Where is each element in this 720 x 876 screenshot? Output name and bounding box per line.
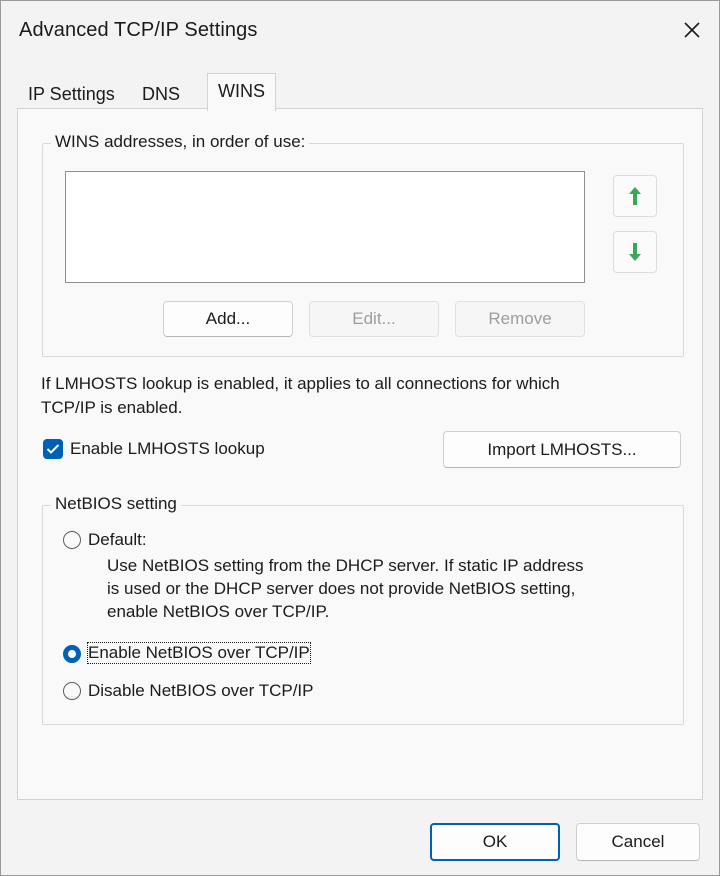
netbios-setting-label: NetBIOS setting	[51, 494, 181, 514]
wins-address-list[interactable]	[65, 171, 585, 283]
netbios-default-description: Use NetBIOS setting from the DHCP server…	[107, 554, 584, 623]
remove-wins-button[interactable]: Remove	[455, 301, 585, 337]
tab-ip-settings[interactable]: IP Settings	[28, 79, 115, 109]
window-title: Advanced TCP/IP Settings	[19, 19, 258, 41]
wins-tab-panel: WINS addresses, in order of use: Add... …	[17, 108, 703, 800]
cancel-button[interactable]: Cancel	[576, 823, 700, 861]
netbios-default-desc-line-1: Use NetBIOS setting from the DHCP server…	[107, 556, 584, 575]
arrow-down-icon	[629, 243, 641, 261]
netbios-default-desc-line-2: is used or the DHCP server does not prov…	[107, 579, 576, 598]
close-button[interactable]	[673, 11, 711, 49]
tab-strip: IP Settings DNS WINS	[1, 73, 719, 111]
close-icon	[684, 22, 700, 38]
advanced-tcpip-settings-dialog: Advanced TCP/IP Settings IP Settings DNS…	[0, 0, 720, 876]
ok-button[interactable]: OK	[430, 823, 560, 861]
radio-enable-netbios[interactable]	[63, 645, 81, 663]
enable-lmhosts-checkbox[interactable]	[43, 439, 63, 459]
move-up-button[interactable]	[613, 175, 657, 217]
radio-netbios-default[interactable]	[63, 531, 81, 549]
edit-wins-button[interactable]: Edit...	[309, 301, 439, 337]
radio-disable-netbios[interactable]	[63, 682, 81, 700]
tab-wins[interactable]: WINS	[207, 73, 276, 111]
wins-addresses-group: WINS addresses, in order of use: Add... …	[42, 132, 684, 357]
netbios-default-label[interactable]: Default:	[88, 530, 147, 550]
import-lmhosts-button[interactable]: Import LMHOSTS...	[443, 431, 681, 468]
netbios-default-desc-line-3: enable NetBIOS over TCP/IP.	[107, 602, 330, 621]
dialog-footer: OK Cancel	[1, 801, 719, 875]
arrow-up-icon	[629, 187, 641, 205]
checkmark-icon	[46, 444, 60, 454]
add-wins-button[interactable]: Add...	[163, 301, 293, 337]
lmhosts-info-line-1: If LMHOSTS lookup is enabled, it applies…	[41, 374, 560, 393]
disable-netbios-label[interactable]: Disable NetBIOS over TCP/IP	[88, 681, 314, 701]
move-down-button[interactable]	[613, 231, 657, 273]
lmhosts-info-line-2: TCP/IP is enabled.	[41, 398, 183, 417]
tab-dns[interactable]: DNS	[142, 79, 180, 109]
title-bar: Advanced TCP/IP Settings	[1, 1, 719, 63]
lmhosts-info-text: If LMHOSTS lookup is enabled, it applies…	[41, 372, 560, 420]
wins-addresses-label: WINS addresses, in order of use:	[51, 132, 310, 152]
enable-netbios-label[interactable]: Enable NetBIOS over TCP/IP	[87, 642, 311, 664]
netbios-setting-group: NetBIOS setting Default: Use NetBIOS set…	[42, 494, 684, 725]
enable-lmhosts-label[interactable]: Enable LMHOSTS lookup	[70, 439, 265, 459]
